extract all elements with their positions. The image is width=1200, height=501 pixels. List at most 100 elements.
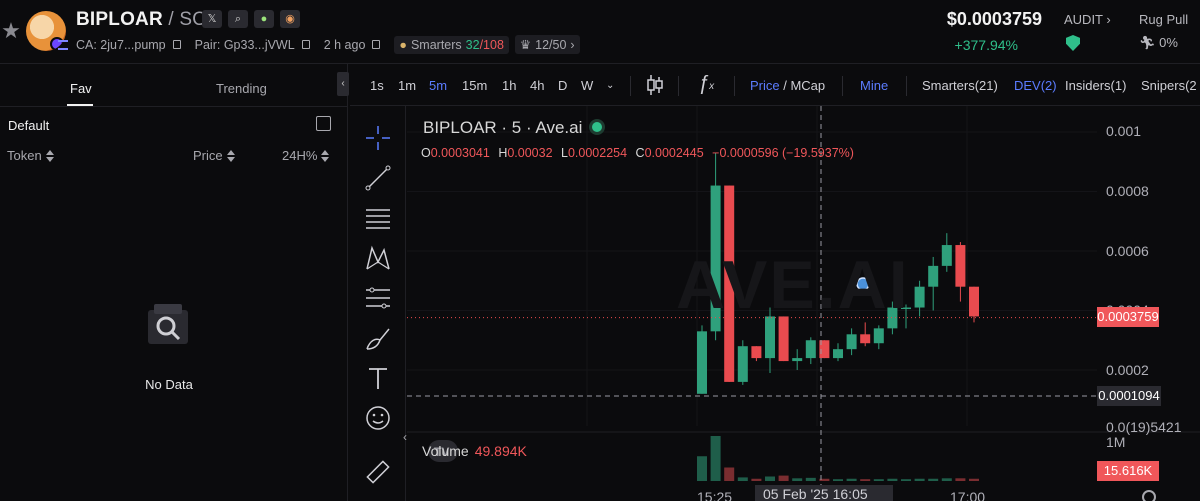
volume-tag: 15.616K (1097, 461, 1159, 481)
collapse-panel-icon[interactable]: ‹ (337, 72, 349, 96)
edit-icon[interactable] (316, 116, 331, 131)
parallel-lines-icon[interactable] (364, 204, 392, 232)
smarters-current: 32 (465, 37, 480, 52)
column-price[interactable]: Price (193, 148, 235, 163)
ohlc-close: 0.0002445 (644, 146, 704, 160)
shield-icon (1066, 35, 1080, 51)
indicators-icon[interactable]: ƒx (698, 72, 714, 95)
y-tick: 0.0006 (1106, 243, 1149, 259)
audit-label: AUDIT (1064, 12, 1103, 27)
watchlist-panel: Fav Trending Default Token Price 24H% No… (0, 64, 348, 501)
mine-toggle[interactable]: Mine (860, 78, 888, 93)
filter-smarters[interactable]: Smarters(21) (922, 78, 998, 93)
candle-body (969, 286, 979, 317)
volume-bar (901, 479, 911, 481)
ohlc-low: 0.0002254 (567, 146, 628, 160)
group-name[interactable]: Default (8, 118, 49, 133)
chart-legend: BIPLOAR · 5 · Ave.ai (423, 118, 603, 138)
sort-icon (321, 149, 330, 162)
mcap-option[interactable]: / MCap (780, 78, 825, 93)
chevron-down-icon[interactable]: ⌄ (606, 80, 614, 91)
contract-address[interactable]: CA: 2ju7...pump (58, 38, 181, 52)
interval-w[interactable]: W (581, 78, 593, 93)
toolbar-divider (678, 76, 679, 96)
interval-d[interactable]: D (558, 78, 567, 93)
interval-1s[interactable]: 1s (370, 78, 384, 93)
interval-15m[interactable]: 15m (462, 78, 487, 93)
pattern-icon[interactable] (364, 244, 392, 272)
y-tick: 0.0002 (1106, 362, 1149, 378)
x-tick: 17:00 (950, 489, 986, 501)
interval-4h[interactable]: 4h (530, 78, 544, 93)
volume-bar (941, 478, 952, 481)
gear-icon[interactable] (1142, 490, 1156, 501)
column-token[interactable]: Token (7, 148, 54, 163)
x-icon[interactable]: 𝕏 (202, 10, 222, 28)
volume-label: Volume (422, 443, 469, 459)
search-icon[interactable]: ⌕ (228, 10, 248, 28)
interval-5m[interactable]: 5m (429, 78, 447, 93)
filter-dev[interactable]: DEV(2) (1014, 78, 1057, 93)
audit-link[interactable]: AUDIT › (1064, 12, 1111, 27)
collapse-volume-icon[interactable]: ‹ (403, 430, 407, 444)
interval-1m[interactable]: 1m (398, 78, 416, 93)
volume-bar (873, 479, 884, 481)
copy-icon[interactable] (172, 40, 181, 49)
candle-body (846, 334, 857, 350)
crosshair-icon[interactable] (364, 124, 392, 152)
stack-icon (58, 39, 68, 50)
text-tool-icon[interactable] (364, 364, 392, 392)
column-24h[interactable]: 24H% (282, 148, 330, 163)
star-icon[interactable]: ★ (0, 18, 22, 44)
ruler-icon[interactable] (364, 458, 392, 486)
volume-bar (928, 478, 939, 481)
column-24h-label: 24H% (282, 148, 318, 163)
candle-body (914, 286, 925, 308)
volume-bar (833, 479, 843, 481)
filter-insiders[interactable]: Insiders(1) (1065, 78, 1126, 93)
interval-1h[interactable]: 1h (502, 78, 516, 93)
volume-bar (710, 436, 721, 481)
volume-bar (955, 478, 966, 481)
avatar-icon[interactable]: ◉ (280, 10, 300, 28)
volume-axis-max: 1M (1106, 434, 1126, 450)
ohlc-change: −0.0000596 (−19.5937%) (712, 146, 854, 160)
candle-body (941, 245, 952, 266)
pair-address[interactable]: Pair: Gp33...jVWL (195, 38, 310, 52)
ohlc-open: 0.0003041 (430, 146, 490, 160)
brush-icon[interactable] (364, 324, 392, 352)
smarters-total: /108 (479, 37, 504, 52)
pill-icon[interactable]: ● (254, 10, 274, 28)
candle-body (792, 358, 803, 362)
fibonacci-icon[interactable] (364, 284, 392, 312)
token-symbol: BIPLOAR (76, 9, 163, 30)
pair-title: BIPLOAR / SOL (76, 9, 218, 31)
smarters-chip[interactable]: ● Smarters 32/108 (394, 35, 509, 54)
tabs-divider (0, 106, 348, 107)
filter-snipers[interactable]: Snipers(2 (1141, 78, 1197, 93)
candle-body (860, 334, 871, 344)
candles-icon[interactable] (646, 74, 664, 96)
tab-trending[interactable]: Trending (216, 81, 267, 96)
legend-title: BIPLOAR · 5 · Ave.ai (423, 118, 583, 137)
rugpull-value-row: 🏃︎ 0% (1139, 35, 1178, 51)
price-mcap-toggle[interactable]: Price / MCap (750, 78, 825, 93)
age-text: 2 h ago (323, 37, 366, 52)
volume-bar (778, 475, 789, 481)
toolbar-divider (734, 76, 735, 96)
copy-icon[interactable] (372, 40, 381, 49)
candle-body (737, 346, 748, 382)
moneybag-icon: ● (399, 37, 407, 52)
price-option[interactable]: Price (750, 78, 780, 93)
social-icons: 𝕏 ⌕ ● ◉ (202, 10, 300, 28)
token-header: ★ BIPLOAR / SOL 𝕏 ⌕ ● ◉ CA: 2ju7...pump … (0, 0, 1200, 64)
copy-icon[interactable] (301, 40, 310, 49)
volume-bar (792, 478, 803, 481)
tab-fav[interactable]: Fav (70, 81, 92, 96)
holders-chip[interactable]: ♛ 12/50 › (514, 35, 580, 54)
trendline-icon[interactable] (364, 164, 392, 192)
ca-text: CA: 2ju7...pump (76, 37, 166, 52)
emoji-icon[interactable] (364, 404, 392, 432)
x-tick: 15:25 (697, 489, 733, 501)
pair-text: Pair: Gp33...jVWL (194, 37, 295, 52)
